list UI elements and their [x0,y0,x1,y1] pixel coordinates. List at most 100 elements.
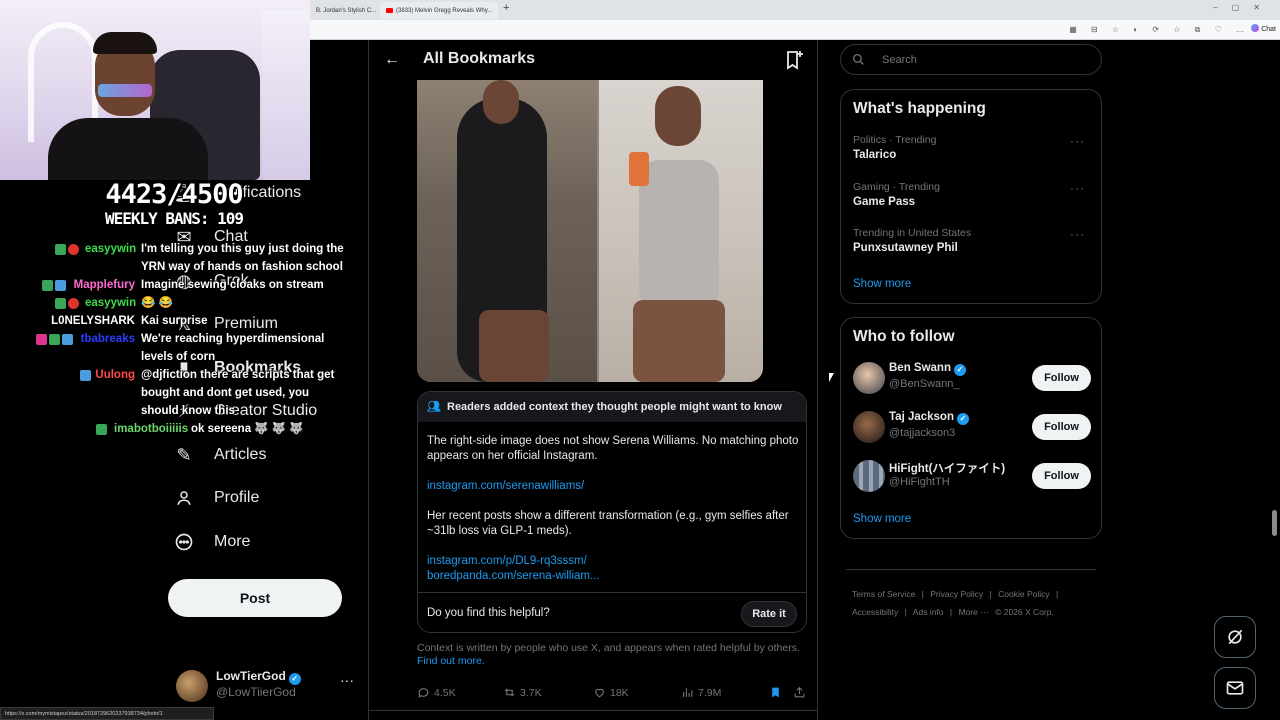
rate-it-button[interactable]: Rate it [741,601,797,627]
footer-link[interactable]: Accessibility [852,607,898,617]
divider [846,569,1096,570]
sidebar-item-label: Profile [214,489,260,506]
browser-tab[interactable]: B. Jordan's Stylish C...✕ [310,2,378,19]
trend-item[interactable]: Politics · Trending Talarico ··· [853,134,1093,168]
trend-item[interactable]: Gaming · Trending Game Pass ··· [853,181,1093,215]
chat-badge-icon [36,334,47,345]
chat-text: ok sereena 🐺 🐺 🐺 [191,423,304,435]
toolbar-icons[interactable]: ▦ ⊟ ☆ ◐ ⟳ ☆ ⧉ ♡ … [1069,25,1250,35]
messages-fab[interactable] [1214,667,1256,709]
follow-button[interactable]: Follow [1032,414,1091,440]
stream-counter: 4423/4500 WEEKLY BANS: 109 [104,180,244,228]
follow-button[interactable]: Follow [1032,463,1091,489]
chat-text: 😂 😂 [141,297,173,309]
trend-meta: Politics · Trending [853,134,937,146]
copilot-chat-button[interactable]: Chat [1251,24,1276,33]
footer-more-link[interactable]: More ··· [958,607,988,617]
copyright: © 2026 X Corp. [995,607,1054,617]
sidebar-item-more[interactable]: More [172,527,250,557]
views-button[interactable]: 7.9M [681,686,721,699]
chat-username: Mapplefury [73,279,135,291]
more-dots-icon[interactable]: ··· [340,672,354,688]
chat-badge-icon [68,298,79,309]
photo-figure-head [655,86,701,146]
more-dots-icon[interactable]: ··· [1070,134,1085,148]
scrollbar[interactable] [1270,40,1280,720]
photo-figure-legs [479,310,549,382]
more-dots-icon[interactable]: ··· [1070,227,1085,241]
footer-separator: | [989,589,992,599]
footer-link[interactable]: Ads info [913,607,944,617]
reply-icon [418,688,429,698]
grok-fab[interactable] [1214,616,1256,658]
footer-separator: | [1056,589,1059,599]
avatar [853,411,885,443]
photo-left-panel [417,80,597,382]
share-button[interactable] [793,686,806,699]
new-tab-icon[interactable]: + [503,2,509,14]
note-context: Context is written by people who use X, … [417,642,807,668]
back-arrow-icon[interactable]: ← [381,49,403,71]
avatar [853,362,885,394]
tweet-photo[interactable] [417,80,763,382]
chat-text: Imagine sewing cloaks on stream [141,279,324,291]
note-link[interactable]: boredpanda.com/serena-william... [427,569,799,584]
trend-name: Talarico [853,149,897,161]
post-button[interactable]: Post [168,579,342,617]
chat-text: @djfiction there are scripts that get bo… [141,369,335,417]
more-dots-icon[interactable]: ··· [1070,181,1085,195]
community-note: 👥︎ Readers added context they thought pe… [417,391,807,633]
follow-suggestion[interactable]: Taj Jackson ✓ @tajjackson3 Follow [853,411,1093,445]
main-header: ← All Bookmarks [369,40,817,80]
repost-button[interactable]: 3.7K [503,686,542,699]
window-controls[interactable]: –▢✕ [1213,3,1274,12]
chat-username: L0NELYSHARK [51,315,135,327]
suggestion-handle: @BenSwann_ [889,378,960,390]
bookmark-filled-icon [772,687,779,698]
footer-link[interactable]: Privacy Policy [930,589,983,599]
sidebar-item-articles[interactable]: ✎ Articles [172,440,266,470]
chat-badge-icon [42,280,53,291]
footer-link[interactable]: Terms of Service [852,589,915,599]
page-title: All Bookmarks [423,50,536,67]
account-handle: @LowTiierGod [216,685,296,699]
sidebar-item-label: More [214,533,251,550]
search-input[interactable]: Search [840,44,1102,75]
like-button[interactable]: 18K [593,686,629,699]
chat-badge-icon [96,424,107,435]
person-icon [172,486,196,510]
trend-meta: Gaming · Trending [853,181,940,193]
suggestion-handle: @HiFightTH [889,476,950,488]
trend-item[interactable]: Trending in United States Punxsutawney P… [853,227,1093,261]
panel-title: Who to follow [853,328,955,345]
bookmark-folder-add-icon[interactable] [785,49,805,71]
note-link[interactable]: instagram.com/serenawilliams/ [427,479,799,494]
bookmark-button[interactable] [769,686,782,699]
chat-message: tbabreaks We're reaching hyperdimensiona… [0,330,340,363]
chat-message: L0NELYSHARK Kai surprise [0,312,340,330]
youtube-icon [386,7,393,13]
scrollbar-thumb[interactable] [1272,510,1277,536]
follow-button[interactable]: Follow [1032,365,1091,391]
sidebar-item-profile[interactable]: Profile [172,483,259,513]
streamer-body [48,118,208,180]
note-link[interactable]: instagram.com/p/DL9-rq3sssm/ [427,554,799,569]
find-out-more-link[interactable]: Find out more. [417,655,485,667]
tab-label: (3833) Melvin Gregg Reveals Why... [396,8,493,14]
chat-message: imabotboiiiiis ok sereena 🐺 🐺 🐺 [0,420,340,438]
follow-suggestion[interactable]: HiFight(ハイファイト) @HiFightTH Follow [853,460,1093,494]
streamer-glasses [98,84,152,97]
footer-link[interactable]: Cookie Policy [998,589,1050,599]
like-count: 18K [610,686,629,699]
browser-tab-active[interactable]: (3833) Melvin Gregg Reveals Why...✕ [380,2,498,19]
show-more-link[interactable]: Show more [853,278,911,290]
divider [369,710,817,711]
account-switcher[interactable]: LowTierGod ✓ @LowTiierGod ··· [176,668,356,708]
sidebar-item-label: Articles [214,446,267,463]
chat-username: easyywin [85,297,137,309]
show-more-link[interactable]: Show more [853,513,911,525]
repost-icon [504,688,515,697]
reply-button[interactable]: 4.5K [417,686,456,699]
webcam-wall [262,10,310,180]
follow-suggestion[interactable]: Ben Swann ✓ @BenSwann_ Follow [853,362,1093,396]
